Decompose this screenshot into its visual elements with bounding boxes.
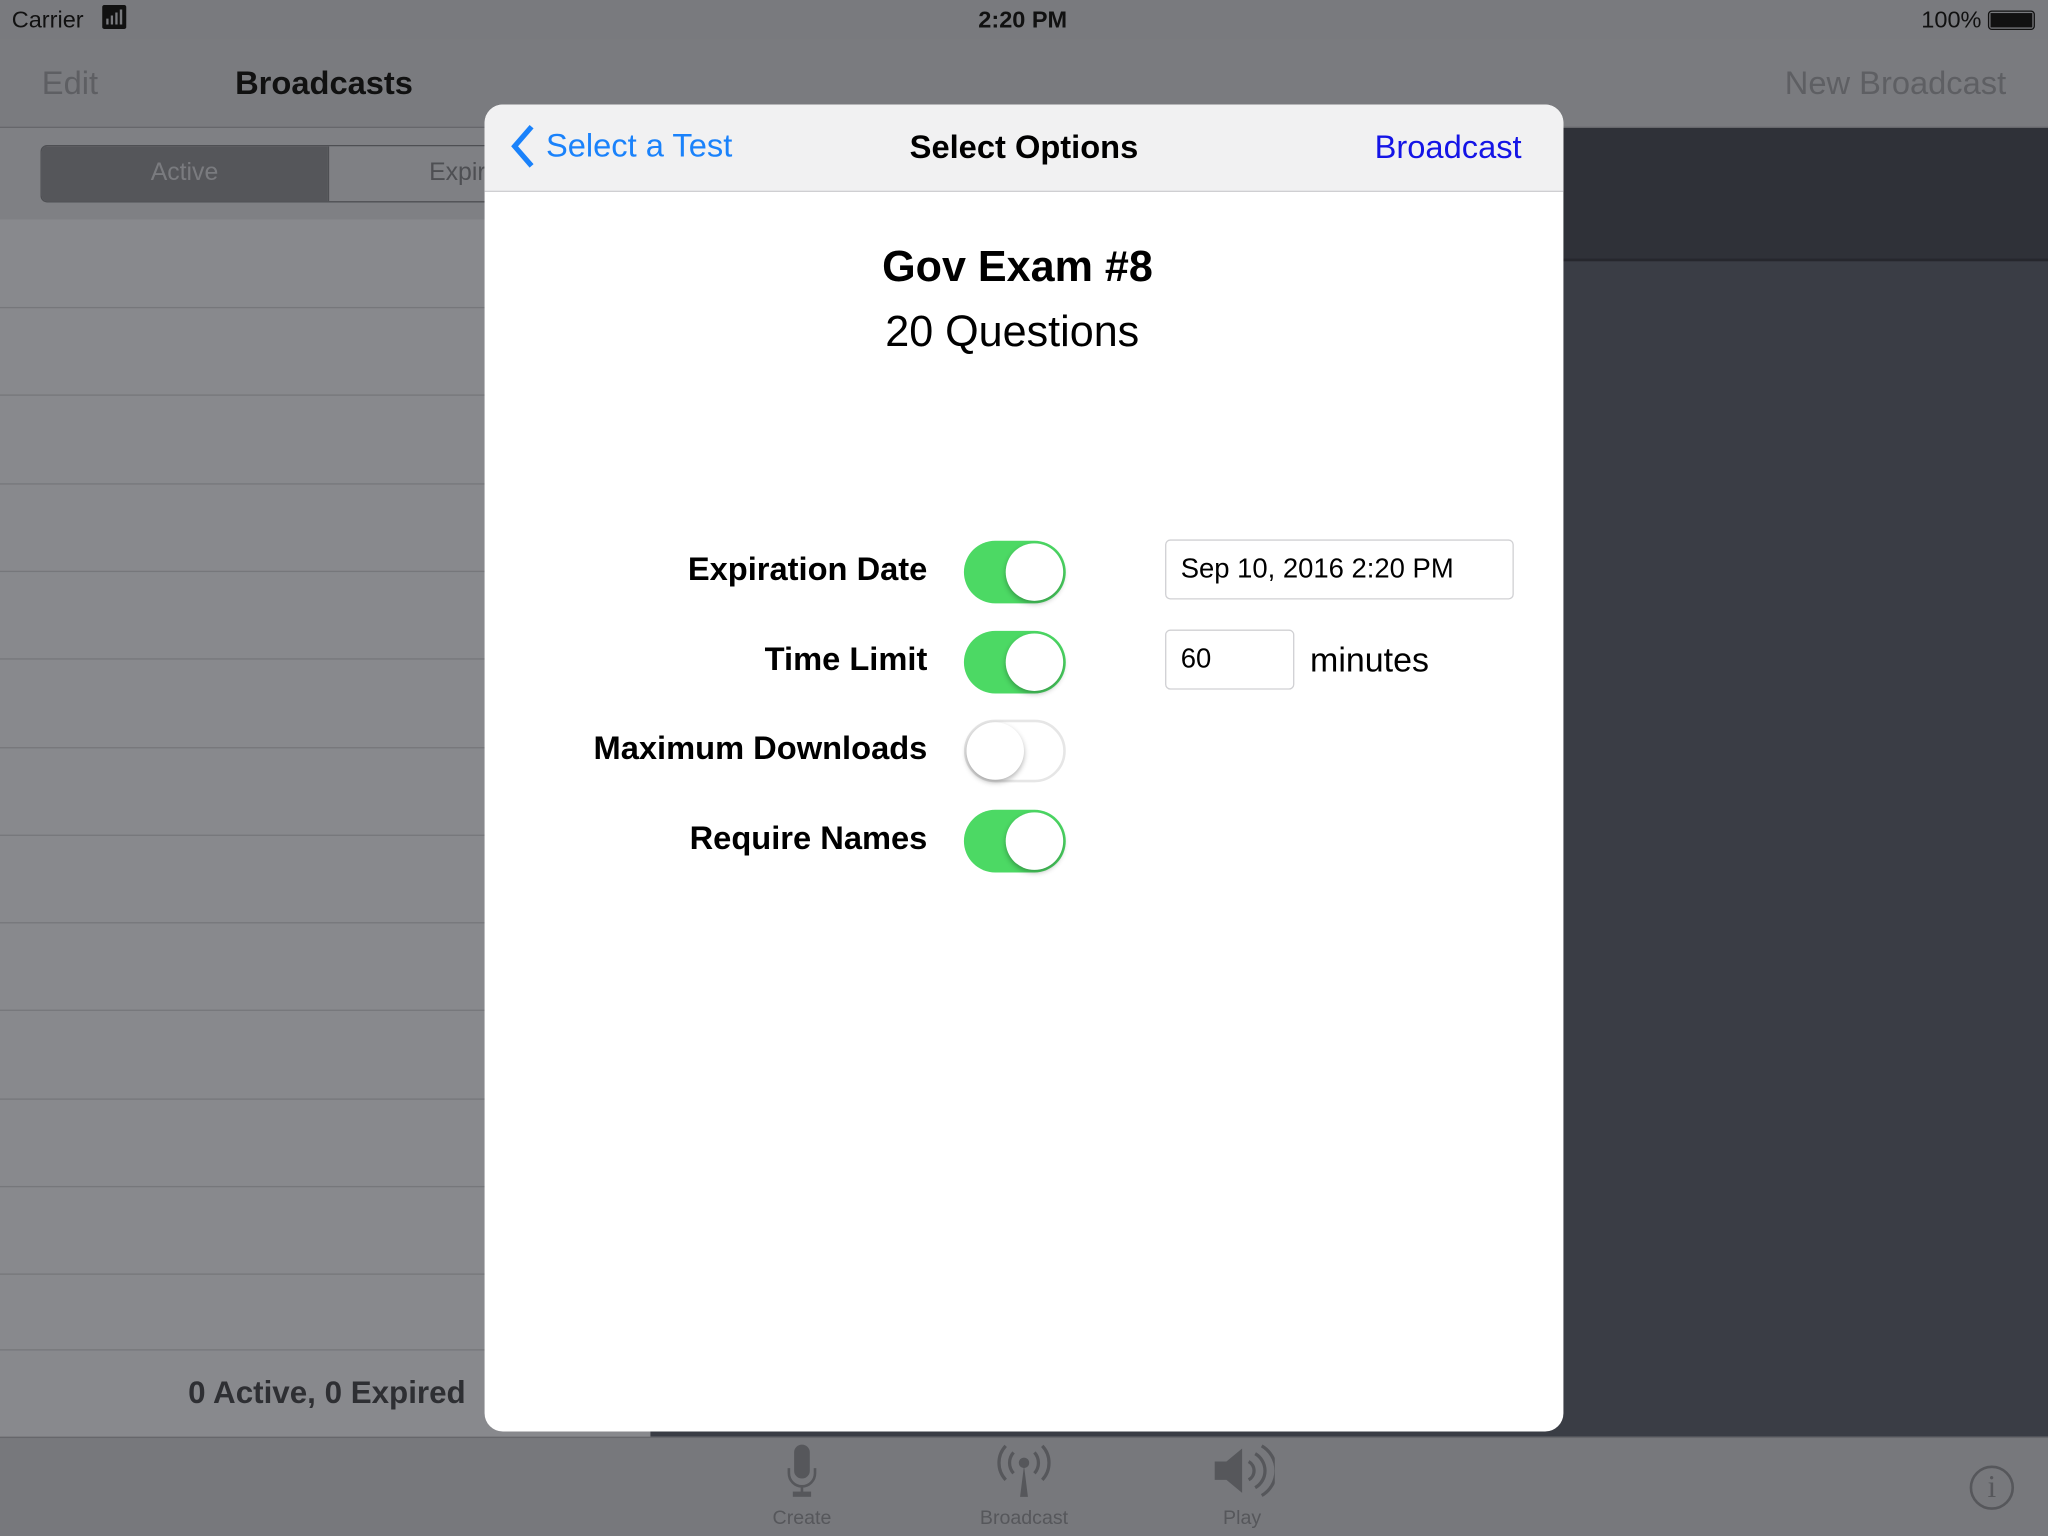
- microphone-icon: [787, 1444, 817, 1497]
- option-label: Time Limit: [764, 641, 928, 678]
- battery-label: 100%: [1921, 6, 1982, 33]
- option-label: Expiration Date: [687, 551, 928, 588]
- clock: 2:20 PM: [978, 6, 1068, 33]
- toggle-knob: [1005, 812, 1064, 870]
- option-toggle[interactable]: [963, 630, 1066, 694]
- option-label: Require Names: [689, 820, 928, 857]
- speaker-icon: [1214, 1444, 1275, 1497]
- status-bar: Carrier 📶︎ 2:20 PM 100%: [0, 0, 2048, 40]
- option-toggle[interactable]: [963, 540, 1066, 604]
- carrier-label: Carrier: [11, 6, 84, 33]
- screen: Carrier 📶︎ 2:20 PM 100% Edit Broadcasts …: [0, 0, 2048, 1536]
- new-broadcast-button[interactable]: New Broadcast: [1785, 65, 2006, 103]
- tab-create[interactable]: Create: [724, 1442, 881, 1530]
- option-toggle[interactable]: [963, 809, 1066, 873]
- exam-name: Gov Exam #8: [882, 241, 1153, 290]
- option-toggle[interactable]: [963, 719, 1066, 783]
- wifi-icon: 📶︎: [99, 3, 130, 31]
- tab-label: Play: [1223, 1507, 1262, 1530]
- tab-label: Create: [772, 1507, 832, 1530]
- toggle-knob: [966, 722, 1024, 780]
- time-limit-input[interactable]: 60: [1165, 629, 1295, 690]
- tab-label: Broadcast: [979, 1507, 1069, 1530]
- info-icon[interactable]: i: [1969, 1465, 2015, 1510]
- time-limit-unit: minutes: [1310, 639, 1429, 680]
- page-title: Broadcasts: [235, 65, 413, 102]
- battery-icon: [1987, 10, 2035, 31]
- segment-active[interactable]: Active: [41, 146, 328, 202]
- modal-header: Select a Test Select Options Broadcast: [484, 104, 1564, 192]
- expiration-date-field[interactable]: Sep 10, 2016 2:20 PM: [1165, 539, 1514, 600]
- option-label: Maximum Downloads: [593, 730, 928, 767]
- broadcast-button[interactable]: Broadcast: [1375, 129, 1522, 167]
- antenna-icon: [997, 1444, 1051, 1497]
- toggle-knob: [1005, 543, 1064, 601]
- edit-button[interactable]: Edit: [42, 65, 98, 103]
- select-options-modal: Select a Test Select Options Broadcast G…: [484, 104, 1564, 1432]
- toggle-knob: [1005, 633, 1064, 691]
- question-count: 20 Questions: [885, 306, 1140, 356]
- tab-broadcast[interactable]: Broadcast: [946, 1442, 1103, 1530]
- broadcast-summary: 0 Active, 0 Expired: [188, 1375, 466, 1411]
- tab-play[interactable]: Play: [1164, 1442, 1321, 1530]
